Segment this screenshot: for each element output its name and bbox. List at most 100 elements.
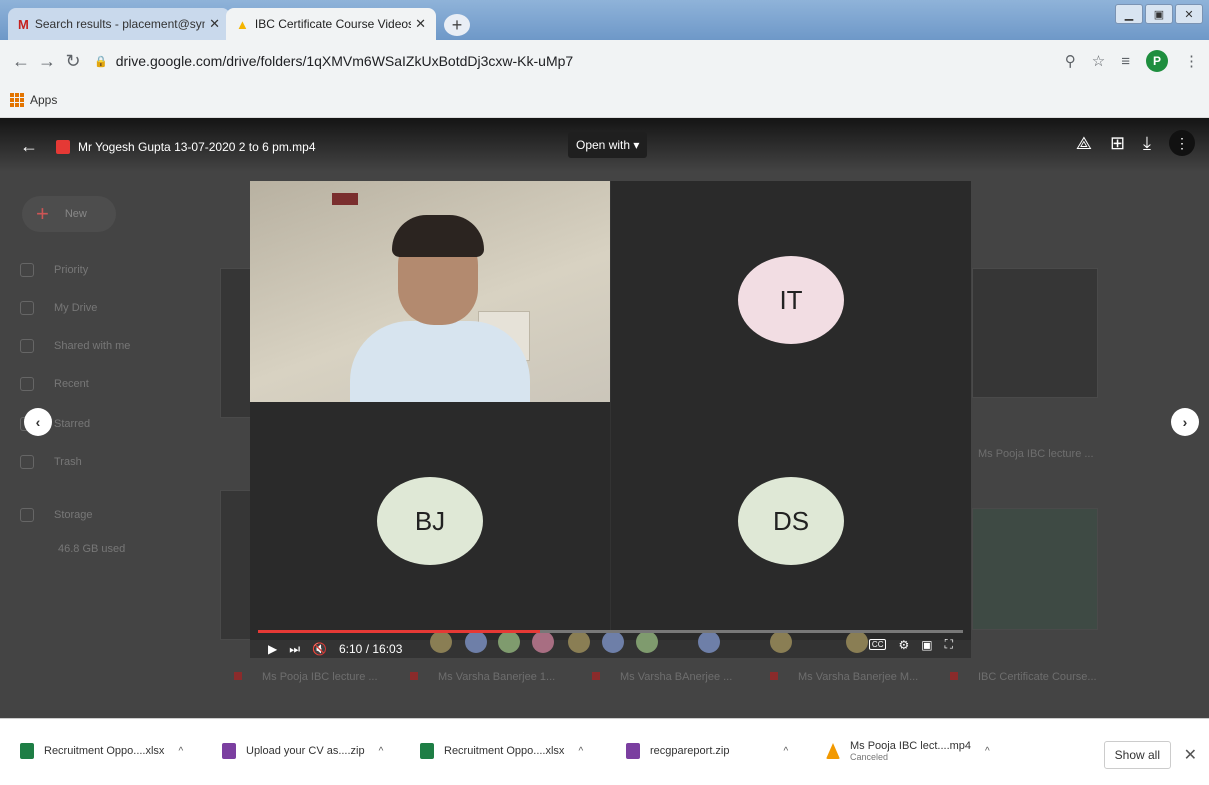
download-item[interactable]: Recruitment Oppo....xlsx ^ bbox=[420, 733, 583, 769]
participant-bubble bbox=[602, 631, 624, 653]
zoom-icon[interactable]: ⚲ bbox=[1065, 52, 1076, 70]
download-name: Recruitment Oppo....xlsx bbox=[444, 745, 565, 757]
seek-bar[interactable] bbox=[258, 630, 963, 633]
participant-bubble bbox=[636, 631, 658, 653]
plus-icon: + bbox=[36, 201, 49, 226]
bookmark-apps[interactable]: Apps bbox=[30, 93, 57, 107]
excel-file-icon bbox=[20, 743, 34, 759]
drive-thumb-title: Ms Pooja IBC lecture ... bbox=[978, 448, 1094, 460]
drive-thumb bbox=[220, 490, 252, 640]
download-item[interactable]: Recruitment Oppo....xlsx ^ bbox=[20, 733, 183, 769]
participant-bubble bbox=[532, 631, 554, 653]
more-options-icon[interactable]: ⋮ bbox=[1169, 130, 1195, 156]
tab-title: IBC Certificate Course Videos - 1 bbox=[254, 17, 412, 31]
participant-tile: BJ bbox=[250, 402, 610, 640]
star-icon[interactable]: ☆ bbox=[1092, 52, 1105, 70]
mute-icon[interactable]: 🔇 bbox=[312, 642, 327, 656]
download-icon[interactable]: ⤓ bbox=[1143, 133, 1151, 154]
drive-nav-storage: Storage bbox=[20, 508, 93, 522]
back-button[interactable]: ← bbox=[8, 51, 34, 72]
chevron-up-icon[interactable]: ^ bbox=[379, 746, 384, 757]
participant-bubble bbox=[430, 631, 452, 653]
window-controls: ▁ ▣ ✕ bbox=[1115, 4, 1203, 24]
video-player[interactable]: IT BJ DS ▶ ⏭ 🔇 6:10 / 16:03 CC ⚙ ▣ ⛶ bbox=[250, 181, 971, 658]
address-bar[interactable]: 🔒 drive.google.com/drive/folders/1qXMVm6… bbox=[94, 53, 573, 69]
download-item[interactable]: Ms Pooja IBC lect....mp4 Canceled ^ bbox=[826, 733, 990, 769]
download-item[interactable]: Upload your CV as....zip ^ bbox=[222, 733, 383, 769]
forward-button[interactable]: → bbox=[34, 51, 60, 72]
participant-avatar: BJ bbox=[377, 477, 483, 565]
drive-nav-priority: Priority bbox=[20, 263, 88, 277]
chevron-up-icon[interactable]: ^ bbox=[178, 746, 183, 757]
reload-button[interactable]: ↻ bbox=[60, 51, 86, 72]
downloads-bar: Recruitment Oppo....xlsx ^ Upload your C… bbox=[0, 718, 1209, 785]
zip-file-icon bbox=[222, 743, 236, 759]
viewer-title-bar: ← Mr Yogesh Gupta 13-07-2020 2 to 6 pm.m… bbox=[20, 136, 316, 157]
participant-bubble bbox=[568, 631, 590, 653]
tab-gmail-search[interactable]: M Search results - placement@sym ✕ bbox=[8, 8, 230, 40]
close-icon[interactable]: ✕ bbox=[209, 16, 220, 32]
close-icon[interactable]: ✕ bbox=[415, 16, 426, 32]
url-text: drive.google.com/drive/folders/1qXMVm6WS… bbox=[115, 53, 574, 69]
drive-thumb-title: Ms Varsha Banerjee 1... bbox=[410, 671, 555, 683]
back-arrow-icon[interactable]: ← bbox=[20, 136, 38, 157]
close-downloads-icon[interactable]: ✕ bbox=[1184, 745, 1197, 765]
settings-gear-icon[interactable]: ⚙ bbox=[898, 638, 909, 652]
lock-icon: 🔒 bbox=[94, 55, 108, 68]
participant-avatar: DS bbox=[738, 477, 844, 565]
download-status: Canceled bbox=[850, 752, 889, 762]
maximize-button[interactable]: ▣ bbox=[1145, 4, 1173, 24]
apps-grid-icon bbox=[10, 92, 24, 107]
next-file-button[interactable]: › bbox=[1171, 408, 1199, 436]
drive-nav-trash: Trash bbox=[20, 455, 82, 469]
miniplayer-icon[interactable]: ▣ bbox=[921, 638, 932, 652]
participant-bubble bbox=[465, 631, 487, 653]
drive-new-button: + New bbox=[22, 196, 116, 232]
download-name: Ms Pooja IBC lect....mp4 bbox=[850, 740, 972, 752]
gmail-icon: M bbox=[18, 16, 29, 32]
previous-file-button[interactable]: ‹ bbox=[24, 408, 52, 436]
media-queue-icon[interactable]: ≡ bbox=[1121, 53, 1130, 70]
time-display: 6:10 / 16:03 bbox=[339, 642, 403, 656]
tab-strip: M Search results - placement@sym ✕ ▲ IBC… bbox=[0, 0, 1209, 40]
show-all-button[interactable]: Show all bbox=[1103, 741, 1171, 769]
participant-bubble bbox=[698, 631, 720, 653]
drive-nav-recent: Recent bbox=[20, 377, 89, 391]
minimize-button[interactable]: ▁ bbox=[1115, 4, 1143, 24]
drive-thumb-title: Ms Varsha BAnerjee ... bbox=[592, 671, 732, 683]
drive-nav-mydrive: My Drive bbox=[20, 301, 97, 315]
excel-file-icon bbox=[420, 743, 434, 759]
bookmarks-bar: Apps bbox=[0, 82, 1209, 118]
add-to-drive-icon[interactable]: ⊞ bbox=[1110, 133, 1125, 154]
download-name: Recruitment Oppo....xlsx bbox=[44, 745, 165, 757]
address-toolbar: ← → ↻ 🔒 drive.google.com/drive/folders/1… bbox=[0, 40, 1209, 82]
fullscreen-icon[interactable]: ⛶ bbox=[945, 637, 953, 652]
chevron-up-icon[interactable]: ^ bbox=[985, 746, 990, 757]
zip-file-icon bbox=[626, 743, 640, 759]
captions-icon[interactable]: CC bbox=[868, 639, 887, 650]
drive-thumb-title: Ms Varsha Banerjee M... bbox=[770, 671, 918, 683]
drive-thumb bbox=[972, 508, 1098, 630]
tab-drive-folder[interactable]: ▲ IBC Certificate Course Videos - 1 ✕ bbox=[226, 8, 436, 40]
download-name: recgpareport.zip bbox=[650, 745, 730, 757]
vlc-file-icon bbox=[826, 743, 840, 759]
tab-title: Search results - placement@sym bbox=[34, 17, 206, 31]
play-icon[interactable]: ▶ bbox=[268, 642, 277, 656]
new-tab-button[interactable]: + bbox=[444, 14, 470, 36]
profile-avatar[interactable]: P bbox=[1146, 50, 1168, 72]
participant-tile: IT bbox=[611, 181, 971, 419]
download-item[interactable]: recgpareport.zip ^ bbox=[626, 733, 788, 769]
open-with-button[interactable]: Open with ▾ bbox=[568, 132, 648, 158]
participant-tile: DS bbox=[611, 402, 971, 640]
participant-bubble bbox=[846, 631, 868, 653]
next-track-icon[interactable]: ⏭ bbox=[289, 642, 300, 657]
chevron-up-icon[interactable]: ^ bbox=[784, 746, 789, 757]
window-close-button[interactable]: ✕ bbox=[1175, 4, 1203, 24]
drive-nav-shared: Shared with me bbox=[20, 339, 130, 353]
video-viewer: + New Priority My Drive Shared with me Re… bbox=[0, 118, 1209, 718]
drive-thumb bbox=[972, 268, 1098, 398]
menu-icon[interactable]: ⋮ bbox=[1184, 52, 1199, 70]
player-controls-right: CC ⚙ ▣ ⛶ bbox=[868, 637, 953, 652]
chevron-up-icon[interactable]: ^ bbox=[578, 746, 583, 757]
drive-add-icon[interactable]: ⟁ bbox=[1076, 133, 1092, 154]
